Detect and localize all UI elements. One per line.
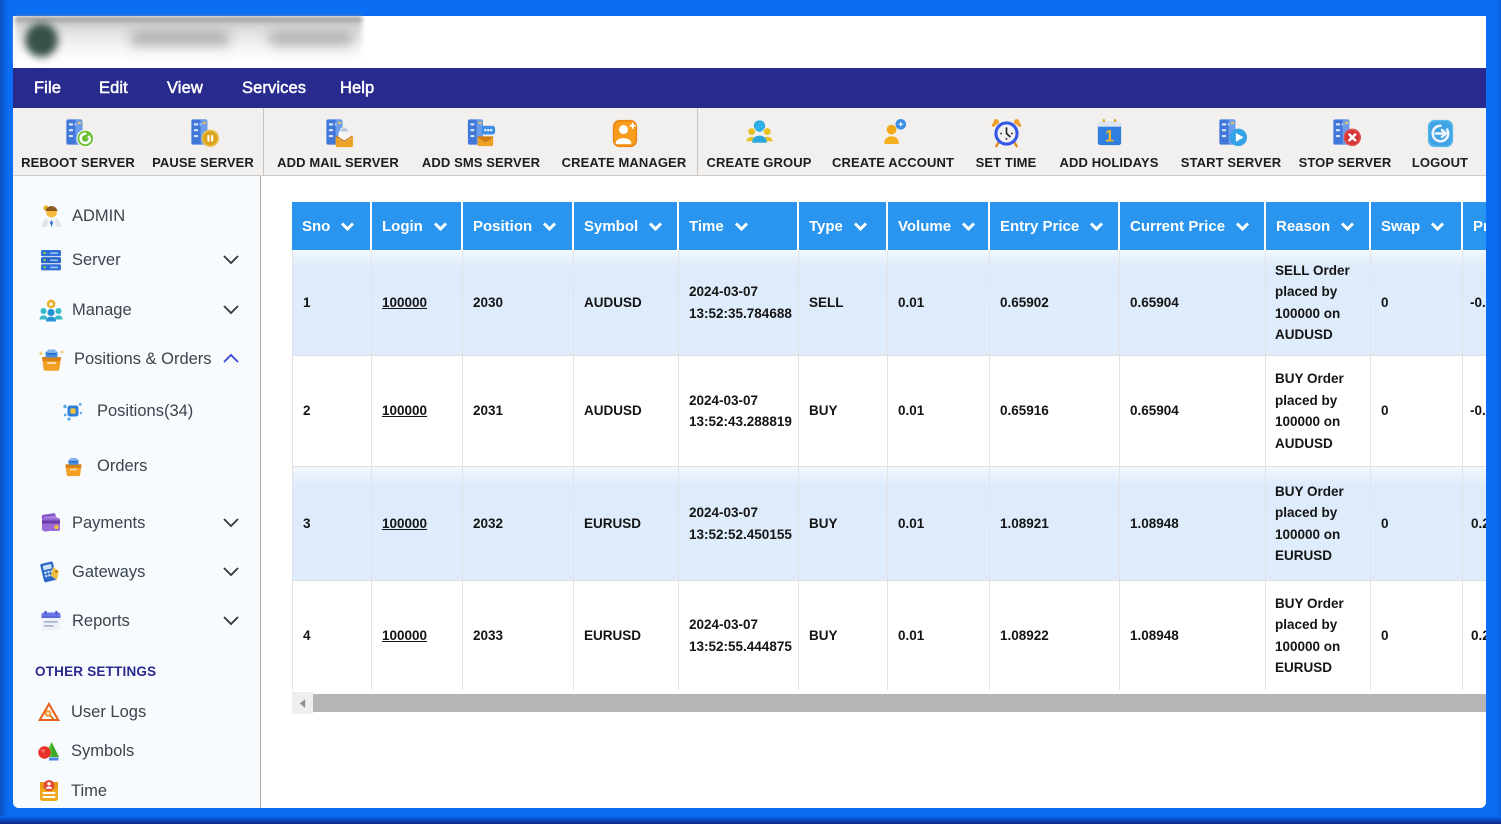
svg-text:1: 1: [1104, 128, 1113, 146]
